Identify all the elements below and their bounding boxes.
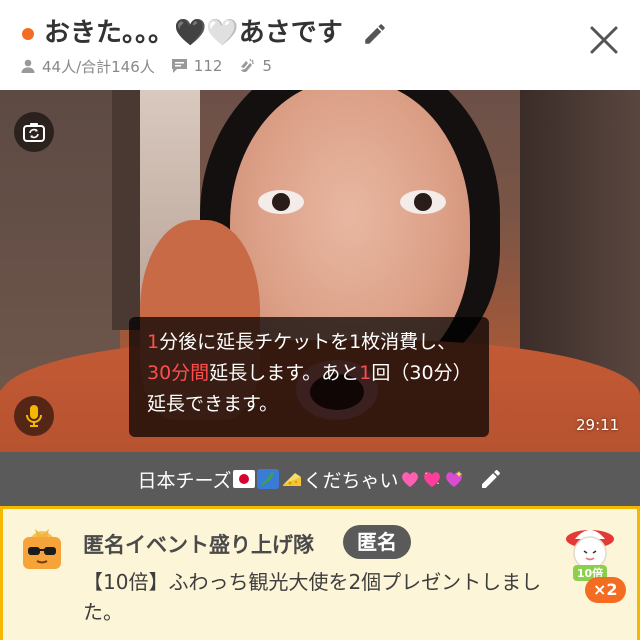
camera-switch-icon bbox=[23, 123, 45, 142]
notice-duration: 30分間 bbox=[147, 362, 210, 384]
person-icon bbox=[21, 59, 35, 73]
comment-count: 112 bbox=[171, 57, 223, 75]
close-icon bbox=[590, 26, 618, 54]
stream-title: おきた。。。🖤🤍あさです bbox=[44, 14, 388, 52]
comment-icon bbox=[171, 59, 187, 73]
notice-minutes: 1 bbox=[147, 331, 160, 353]
viewer-count-text: 44人/合計146人 bbox=[42, 57, 155, 76]
sparkling-heart-icon bbox=[423, 472, 440, 487]
edit-caption-pencil-icon[interactable] bbox=[479, 467, 503, 491]
stream-title-text: おきた。。。🖤🤍あさです bbox=[44, 18, 343, 48]
clap-icon bbox=[241, 58, 255, 73]
caption-text-suffix: くだちゃい bbox=[303, 469, 399, 492]
extension-notice: 1分後に延長チケットを1枚消費し、30分間延長します。あと1回（30分）延長でき… bbox=[129, 317, 489, 437]
microphone-button[interactable] bbox=[14, 396, 54, 436]
cheese-icon bbox=[282, 473, 301, 486]
clap-count: 5 bbox=[238, 57, 272, 75]
camera-switch-button[interactable] bbox=[14, 112, 54, 152]
stream-caption-bar: 日本チーズ くだちゃい bbox=[0, 452, 640, 506]
japan-flag-icon bbox=[232, 470, 255, 488]
japan-map-icon bbox=[256, 469, 279, 489]
video-door-frame bbox=[112, 90, 140, 330]
viewer-count: 44人/合計146人 bbox=[20, 56, 155, 77]
sender-name: 匿名イベント盛り上げ隊 bbox=[83, 533, 314, 557]
stream-header: おきた。。。🖤🤍あさです 44人/合計146人 112 5 bbox=[0, 0, 640, 90]
anonymous-badge: 匿名 bbox=[343, 525, 411, 559]
notice-text-1: 分後に延長チケットを1枚消費し、 bbox=[159, 331, 457, 353]
clap-count-text: 5 bbox=[262, 57, 272, 75]
video-right-eye bbox=[400, 190, 446, 214]
sender-avatar[interactable] bbox=[17, 523, 67, 573]
sparkle-heart-icon bbox=[445, 471, 462, 487]
gift-event-card[interactable]: 匿名イベント盛り上げ隊 匿名 【10倍】ふわっち観光大使を2個プレゼントしました… bbox=[0, 506, 640, 640]
edit-title-pencil-icon[interactable] bbox=[362, 21, 388, 47]
live-indicator-dot bbox=[22, 28, 34, 40]
notice-text-2: 延長します。あと bbox=[209, 362, 360, 384]
stream-timer: 29:11 bbox=[576, 416, 620, 434]
comment-count-text: 112 bbox=[193, 57, 223, 75]
microphone-icon bbox=[26, 405, 42, 427]
gift-count-badge: ×2 bbox=[585, 577, 626, 603]
video-left-eye bbox=[258, 190, 304, 214]
notice-remaining: 1 bbox=[359, 362, 372, 384]
close-button[interactable] bbox=[586, 22, 622, 58]
live-video[interactable]: 1分後に延長チケットを1枚消費し、30分間延長します。あと1回（30分）延長でき… bbox=[0, 90, 640, 452]
gift-message: 【10倍】ふわっち観光大使を2個プレゼントしました。 bbox=[83, 570, 542, 624]
stream-stats: 44人/合計146人 112 5 bbox=[20, 55, 288, 77]
caption-text-prefix: 日本チーズ bbox=[137, 469, 232, 492]
pink-heart-icon bbox=[401, 472, 418, 487]
